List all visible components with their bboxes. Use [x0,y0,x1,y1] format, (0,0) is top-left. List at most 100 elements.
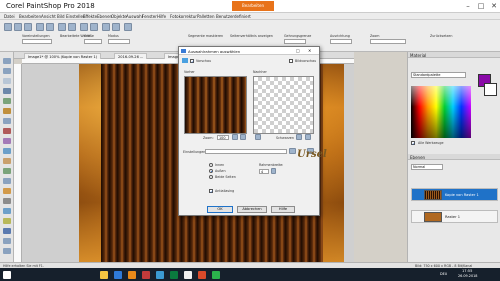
workspace-tab-edit[interactable]: Bearbeiten [232,1,274,11]
minimize-button[interactable]: – [462,2,474,10]
radio-inside[interactable] [209,163,213,167]
menu-layers[interactable]: Ebenen [97,14,112,19]
pen-tool-icon[interactable] [3,248,11,254]
material-preset-select[interactable]: Standardpalette [411,72,466,78]
help-button[interactable]: Hilfe [271,206,295,213]
paint-brush-icon[interactable] [3,188,11,194]
new-file-icon[interactable] [4,23,12,31]
input-language[interactable]: DEU [440,272,447,276]
layer-row-raster1[interactable]: Raster 1 [411,210,498,223]
dodge-tool-icon[interactable] [3,168,11,174]
zoom-field[interactable] [370,39,406,44]
preset-select[interactable] [22,39,52,44]
paste-icon[interactable] [90,23,98,31]
red-eye-tool-icon[interactable] [3,128,11,134]
border-width-field[interactable]: 4 [259,169,269,174]
cancel-button[interactable]: Abbrechen [237,206,267,213]
zoom-field[interactable]: 100 [217,135,229,140]
straighten-tool-icon[interactable] [3,118,11,124]
radio-outside[interactable] [209,169,213,173]
chrome-icon[interactable] [212,271,220,279]
explorer-icon[interactable] [100,271,108,279]
mode-select[interactable] [108,39,130,44]
menu-objects[interactable]: Objekte [111,14,127,19]
menu-effects[interactable]: Effekte [83,14,97,19]
open-file-icon[interactable] [14,23,22,31]
zoom-tool-icon[interactable] [3,68,11,74]
pan-tool-icon[interactable] [3,58,11,64]
after-preview[interactable] [253,76,314,134]
layer-row-copy[interactable]: Kopie von Raster 1 [411,188,498,201]
redo-icon[interactable] [46,23,54,31]
eraser-icon[interactable] [3,208,11,214]
pick-tool-icon[interactable] [3,78,11,84]
histogram-icon[interactable] [112,23,120,31]
black-toggle-icon[interactable] [296,134,302,140]
paintshop-icon[interactable] [184,271,192,279]
preview-checkbox[interactable] [190,59,194,64]
undo-icon[interactable] [36,23,44,31]
zoom-out-icon[interactable] [240,134,246,140]
menu-palettes[interactable]: Palletten [197,14,215,19]
all-tools-checkbox[interactable] [411,141,415,146]
shape-tool-icon[interactable] [3,238,11,244]
resize-icon[interactable] [68,23,76,31]
mail-icon[interactable] [156,271,164,279]
menu-window[interactable]: Fenster [142,14,157,19]
clock-date[interactable]: 26.09.2018 [458,274,477,278]
palette-icon[interactable] [102,23,110,31]
color-swatches[interactable] [411,86,471,138]
settings-select[interactable] [205,149,287,154]
layers-title: Ebenen [410,155,426,160]
maximize-button[interactable]: □ [475,2,487,10]
text-tool-icon[interactable] [3,228,11,234]
fill-tool-icon[interactable] [3,218,11,224]
scratch-remover-icon[interactable] [3,158,11,164]
antialias-checkbox[interactable] [209,189,213,194]
menu-image[interactable]: Bild [57,14,65,19]
crop-icon[interactable] [58,23,66,31]
save-icon[interactable] [24,23,32,31]
smudge-tool-icon[interactable] [3,178,11,184]
menu-view[interactable]: Ansicht [41,14,56,19]
menu-custom[interactable]: Benutzerdefiniert [216,14,251,19]
makeover-tool-icon[interactable] [3,138,11,144]
dialog-close-button[interactable]: ✕ [308,48,311,53]
edge-icon[interactable] [114,271,122,279]
crop-tool-icon[interactable] [3,108,11,114]
dialog-maximize-button[interactable]: □ [296,48,300,53]
photos-icon[interactable] [170,271,178,279]
start-icon[interactable] [3,271,11,279]
app-icon[interactable] [142,271,150,279]
menu-help[interactable]: Hilfe [157,14,166,19]
clone-tool-icon[interactable] [3,148,11,154]
before-preview[interactable] [184,76,247,134]
image-preview-checkbox[interactable] [289,59,293,63]
menu-selection[interactable]: Auswahl [126,14,143,19]
ok-button[interactable]: OK [207,206,233,213]
presets-dropdown-icon[interactable] [182,58,188,63]
border-width-stepper[interactable] [271,168,276,174]
save-preset-icon[interactable] [289,148,296,154]
clock-time[interactable]: 17:55 [462,269,472,273]
airbrush-icon[interactable] [3,198,11,204]
background-material[interactable] [484,83,497,96]
copy-icon[interactable] [80,23,88,31]
miter-field[interactable] [284,39,306,44]
orientation-select[interactable] [330,39,352,44]
pan-icon[interactable] [255,134,261,140]
dropper-tool-icon[interactable] [3,98,11,104]
menu-edit[interactable]: Bearbeiten [19,14,41,19]
blend-mode-select[interactable]: Normal [411,164,443,170]
size-field[interactable] [84,39,102,44]
menu-file[interactable]: Datei [4,14,15,19]
opera-icon[interactable] [198,271,206,279]
layers-icon[interactable] [124,23,132,31]
radio-both[interactable] [209,175,213,179]
selection-tool-icon[interactable] [3,88,11,94]
fit-icon[interactable] [305,134,311,140]
menu-photo-fix[interactable]: Fotokorrektur [170,14,197,19]
zoom-in-icon[interactable] [232,134,238,140]
vlc-icon[interactable] [128,271,136,279]
close-button[interactable]: ✕ [488,2,500,10]
